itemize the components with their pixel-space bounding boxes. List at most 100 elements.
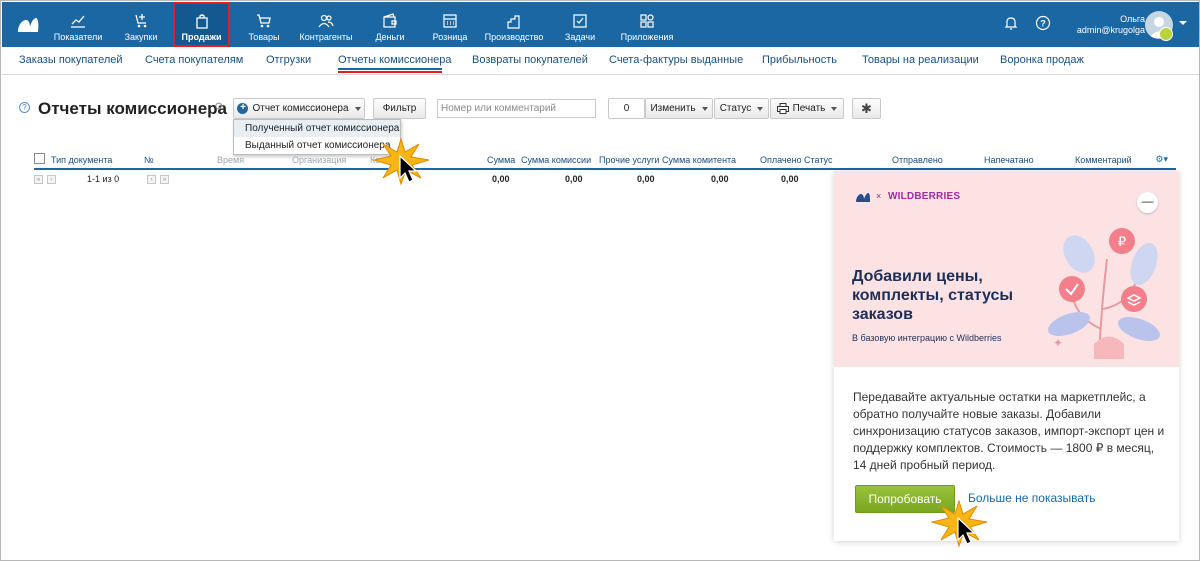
refresh-icon[interactable]: ⟳ <box>215 102 226 113</box>
select-all-checkbox[interactable] <box>34 153 45 164</box>
selected-count: 0 <box>608 98 645 119</box>
table-totals-row: « ‹ 1-1 из 0 › » 0,00 0,00 0,00 0,00 0,0… <box>34 173 834 187</box>
first-page-icon[interactable]: « <box>34 175 43 184</box>
new-commission-report-label: Отчет комиссионера <box>252 103 349 114</box>
help-icon[interactable]: ? <box>19 102 30 113</box>
nav-item-label: Розница <box>432 32 468 42</box>
total-principal-sum: 0,00 <box>711 174 729 184</box>
user-info[interactable]: Ольга admin@krugolga <box>1077 14 1145 36</box>
chart-icon <box>71 15 85 28</box>
wallet-icon <box>383 13 397 28</box>
menu-item-received-report[interactable]: Полученный отчет комиссионера <box>234 120 400 137</box>
chevron-down-icon <box>354 106 361 111</box>
nav-item-sales[interactable]: Продажи <box>173 2 230 47</box>
column-header[interactable]: Тип документа <box>51 155 112 165</box>
cursor-highlight-icon <box>372 137 430 186</box>
promo-headline: Добавили цены, комплекты, статусы заказо… <box>852 268 1014 323</box>
print-button[interactable]: Печать <box>770 98 844 119</box>
chevron-down-icon <box>701 106 708 111</box>
wildberries-brand: WILDBERRIES <box>888 191 961 202</box>
help-icon[interactable]: ? <box>1035 15 1051 31</box>
status-button[interactable]: Статус <box>714 98 769 119</box>
tab-commission-reports[interactable]: Отчеты комиссионера <box>338 54 452 66</box>
nav-item-label: Деньги <box>375 32 405 42</box>
change-button[interactable]: Изменить <box>645 98 713 119</box>
settings-button[interactable]: ✱ <box>852 98 881 119</box>
nav-item-apps[interactable]: Приложения <box>614 2 680 47</box>
column-header[interactable]: Время <box>217 155 244 165</box>
promo-subtitle: В базовую интеграцию с Wildberries <box>852 333 1002 343</box>
tab-issued-invoices[interactable]: Счета-фактуры выданные <box>609 54 743 66</box>
tab-consignment-goods[interactable]: Товары на реализации <box>862 54 979 66</box>
register-icon <box>443 14 457 28</box>
nav-item-label: Задачи <box>564 32 596 42</box>
nav-item-purchases[interactable]: Закупки <box>114 2 168 47</box>
nav-item-products[interactable]: Товары <box>240 2 288 47</box>
column-header[interactable]: Комментарий <box>1075 155 1132 165</box>
svg-text:✦: ✦ <box>1053 336 1063 350</box>
cart-icon <box>257 14 271 28</box>
tab-shipments[interactable]: Отгрузки <box>266 54 311 66</box>
nav-item-label: Продажи <box>181 32 222 42</box>
plant-illustration-icon: ₽ ✦ <box>1048 228 1160 359</box>
logo-icon <box>856 193 870 202</box>
cart-arrow-icon <box>135 14 147 28</box>
nav-item-label: Закупки <box>124 32 158 42</box>
app-window: Показатели Закупки Продажи Товары Контра… <box>0 0 1200 561</box>
nav-item-retail[interactable]: Розница <box>427 2 473 47</box>
search-input[interactable] <box>437 99 596 118</box>
column-header[interactable]: Прочие услуги <box>599 155 659 165</box>
promo-banner: × WILDBERRIES — Добавили цены, комплекты… <box>834 171 1179 367</box>
column-header[interactable]: Статус <box>804 155 832 165</box>
total-commission: 0,00 <box>565 174 583 184</box>
nav-item-label: Контрагенты <box>299 32 353 42</box>
column-settings-icon[interactable]: ⚙▾ <box>1155 154 1168 165</box>
nav-item-production[interactable]: Производство <box>482 2 546 47</box>
tab-sales-funnel[interactable]: Воронка продаж <box>1000 54 1084 66</box>
nav-item-money[interactable]: Деньги <box>365 2 415 47</box>
filter-button[interactable]: Фильтр <box>373 98 426 119</box>
change-label: Изменить <box>650 103 696 114</box>
new-commission-report-button[interactable]: + Отчет комиссионера <box>233 98 365 119</box>
nav-item-label: Производство <box>484 32 544 42</box>
next-page-icon[interactable]: › <box>147 175 156 184</box>
nav-item-tasks[interactable]: Задачи <box>558 2 602 47</box>
column-header[interactable]: Отправлено <box>892 155 943 165</box>
tab-customer-orders[interactable]: Заказы покупателей <box>19 54 123 66</box>
column-header[interactable]: Сумма комитента <box>662 155 736 165</box>
last-page-icon[interactable]: » <box>160 175 169 184</box>
column-header[interactable]: Оплачено <box>760 155 802 165</box>
chevron-down-icon <box>831 106 838 111</box>
user-name: Ольга <box>1120 14 1145 24</box>
cursor-highlight-icon <box>930 499 988 548</box>
active-tab-underline-red <box>338 71 442 73</box>
prev-page-icon[interactable]: ‹ <box>47 175 56 184</box>
column-header[interactable]: Сумма <box>487 155 515 165</box>
column-header[interactable]: Организация <box>292 155 346 165</box>
print-label: Печать <box>792 103 826 114</box>
times-sign: × <box>876 191 882 201</box>
close-icon[interactable]: — <box>1137 192 1158 213</box>
chevron-down-icon[interactable] <box>1179 21 1187 25</box>
tab-customer-returns[interactable]: Возвраты покупателей <box>472 54 588 66</box>
people-icon <box>318 14 334 28</box>
factory-icon <box>507 15 520 29</box>
nav-item-contractors[interactable]: Контрагенты <box>294 2 358 47</box>
nav-item-dashboard[interactable]: Показатели <box>50 2 106 47</box>
column-header[interactable]: Напечатано <box>984 155 1034 165</box>
active-tab-underline <box>338 68 442 70</box>
logo-icon[interactable] <box>16 14 40 34</box>
column-header[interactable]: № <box>144 155 154 165</box>
tab-profitability[interactable]: Прибыльность <box>762 54 837 66</box>
top-navigation: Показатели Закупки Продажи Товары Контра… <box>2 2 1199 47</box>
nav-item-label: Товары <box>248 32 280 42</box>
chevron-down-icon <box>757 106 764 111</box>
bell-icon[interactable] <box>1003 15 1019 31</box>
sub-navigation: Заказы покупателей Счета покупателям Отг… <box>2 47 1199 75</box>
promo-body: Передавайте актуальные остатки на маркет… <box>853 390 1165 472</box>
total-sum: 0,00 <box>492 174 510 184</box>
svg-text:₽: ₽ <box>1118 234 1126 249</box>
column-header[interactable]: Сумма комиссии <box>521 155 591 165</box>
avatar-badge <box>1159 27 1173 41</box>
tab-customer-invoices[interactable]: Счета покупателям <box>145 54 243 66</box>
